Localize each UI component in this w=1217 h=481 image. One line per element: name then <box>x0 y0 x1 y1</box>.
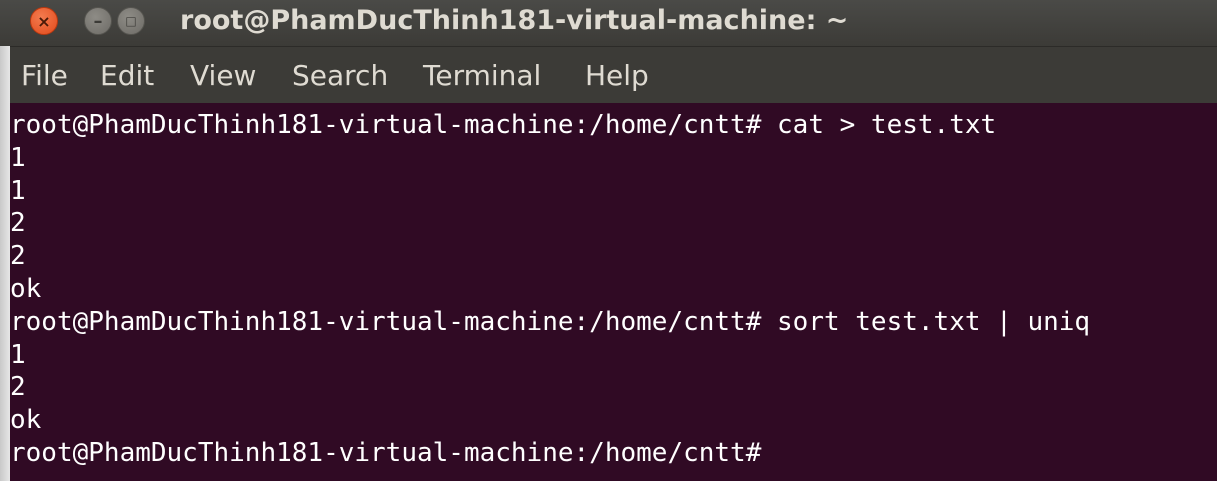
terminal-output[interactable]: root@PhamDucThinh181-virtual-machine:/ho… <box>10 103 1217 481</box>
menu-view[interactable]: View <box>190 59 256 92</box>
close-icon: × <box>37 11 51 31</box>
maximize-window-button[interactable]: □ <box>117 7 145 35</box>
menu-search[interactable]: Search <box>292 59 388 92</box>
terminal-line: ok <box>10 405 42 436</box>
terminal-line: 1 <box>10 142 26 173</box>
menu-file[interactable]: File <box>21 59 68 92</box>
terminal-line: ok <box>10 273 42 304</box>
terminal-line-prompt: root@PhamDucThinh181-virtual-machine:/ho… <box>10 306 1091 337</box>
close-window-button[interactable]: × <box>30 7 58 35</box>
menu-bar: File Edit View Search Terminal Help <box>0 47 1217 103</box>
terminal-line-prompt: root@PhamDucThinh181-virtual-machine:/ho… <box>10 437 762 468</box>
terminal-line: 2 <box>10 208 26 239</box>
terminal-line: 2 <box>10 241 26 272</box>
window-edge <box>0 46 10 481</box>
maximize-icon: □ <box>125 14 137 28</box>
window-title: root@PhamDucThinh181-virtual-machine: ~ <box>180 5 849 36</box>
terminal-line-prompt: root@PhamDucThinh181-virtual-machine:/ho… <box>10 110 997 140</box>
menu-terminal[interactable]: Terminal <box>423 59 541 92</box>
minimize-window-button[interactable]: – <box>84 7 112 35</box>
terminal-line: 1 <box>10 339 26 370</box>
title-bar[interactable]: × – □ root@PhamDucThinh181-virtual-machi… <box>0 0 1217 47</box>
minimize-icon: – <box>93 10 103 32</box>
menu-help[interactable]: Help <box>585 59 649 92</box>
terminal-line: 1 <box>10 175 26 206</box>
menu-edit[interactable]: Edit <box>100 59 154 92</box>
terminal-line: 2 <box>10 372 26 403</box>
terminal-window: × – □ root@PhamDucThinh181-virtual-machi… <box>0 0 1217 481</box>
